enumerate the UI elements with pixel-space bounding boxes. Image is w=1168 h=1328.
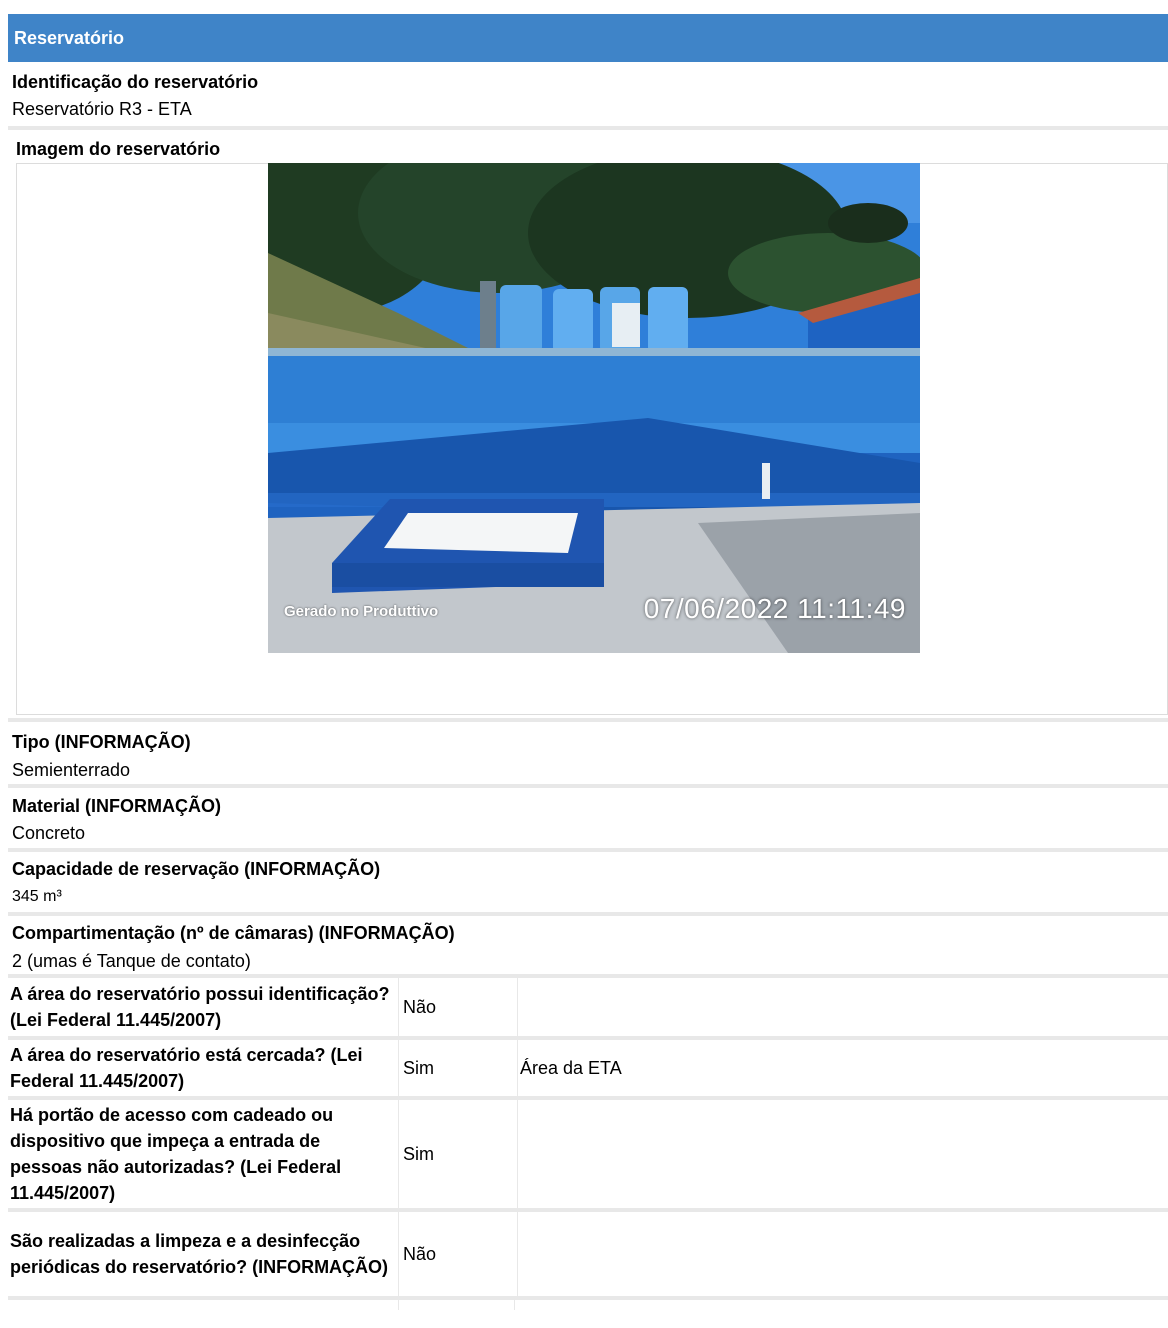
reservoir-photo-illustration [268, 163, 920, 653]
field-value: 2 (umas é Tanque de contato) [12, 951, 251, 971]
table-row: A área do reservatório está cercada? (Le… [8, 1038, 1168, 1100]
question-text: A área do reservatório possui identifica… [8, 978, 399, 1040]
reservoir-photo[interactable]: Gerado no Produttivo 07/06/2022 11:11:49 [268, 163, 920, 653]
field-label: Tipo (INFORMAÇÃO) [12, 732, 191, 752]
field-capacidade: Capacidade de reservação (INFORMAÇÃO) 34… [8, 852, 1168, 912]
comment-value [517, 1210, 1168, 1300]
separator [8, 126, 1168, 130]
answer-value: Não [398, 1210, 518, 1300]
separator [8, 718, 1168, 722]
comment-value [517, 978, 1168, 1040]
table-row: A área do reservatório possui identifica… [8, 978, 1168, 1040]
field-label: Imagem do reservatório [16, 139, 221, 159]
answer-value: Sim [398, 1038, 518, 1100]
field-imagem: Imagem do reservatório [8, 134, 1168, 162]
field-material: Material (INFORMAÇÃO) Concreto [8, 788, 1168, 848]
question-text: A área do reservatório está cercada? (Le… [8, 1038, 399, 1100]
field-value: Reservatório R3 - ETA [12, 99, 192, 119]
field-label: Compartimentação (nº de câmaras) (INFORM… [12, 923, 455, 943]
section-header: Reservatório [8, 14, 1168, 62]
field-label: Identificação do reservatório [12, 72, 259, 92]
field-value: Concreto [12, 823, 86, 843]
field-label: Material (INFORMAÇÃO) [12, 796, 222, 816]
table-row: São realizadas a limpeza e a desinfecção… [8, 1210, 1168, 1300]
field-label: Capacidade de reservação (INFORMAÇÃO) [12, 859, 381, 879]
questions-table: A área do reservatório possui identifica… [8, 978, 1168, 1300]
watermark-app: Gerado no Produttivo [284, 603, 439, 620]
comment-value: Área da ETA [517, 1038, 1168, 1100]
field-identificacao: Identificação do reservatório Reservatór… [8, 66, 1168, 126]
question-text: Há portão de acesso com cadeado ou dispo… [8, 1098, 399, 1212]
answer-value: Não [398, 978, 518, 1040]
field-compartimentacao: Compartimentação (nº de câmaras) (INFORM… [8, 916, 1168, 976]
field-value: Semienterrado [12, 760, 131, 780]
table-row: Há portão de acesso com cadeado ou dispo… [8, 1098, 1168, 1212]
field-tipo: Tipo (INFORMAÇÃO) Semienterrado [8, 724, 1168, 784]
watermark-timestamp: 07/06/2022 11:11:49 [643, 593, 906, 624]
section-title: Reservatório [14, 28, 125, 48]
comment-value [517, 1098, 1168, 1212]
field-value: 345 m³ [12, 888, 62, 905]
question-text: São realizadas a limpeza e a desinfecção… [8, 1210, 399, 1300]
answer-value: Sim [398, 1098, 518, 1212]
table-continuation [8, 1300, 1168, 1310]
